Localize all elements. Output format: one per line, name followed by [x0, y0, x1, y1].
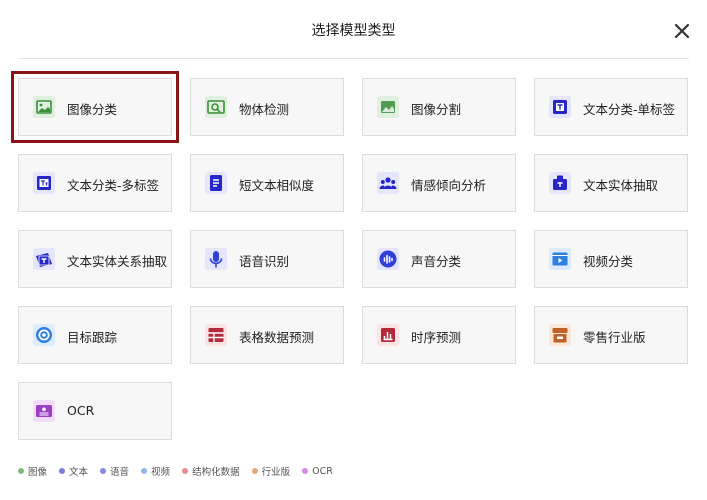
- model-type-label: OCR: [67, 403, 95, 418]
- model-type-label: 表格数据预测: [239, 330, 315, 345]
- document-icon: [205, 172, 227, 194]
- image-icon: [33, 96, 55, 118]
- model-type-label: 零售行业版: [583, 330, 646, 345]
- model-type-card-tabular-prediction[interactable]: 表格数据预测: [190, 306, 344, 364]
- target-icon: [33, 324, 55, 346]
- image-segmentation-icon: [377, 96, 399, 118]
- legend-item: 图像: [18, 464, 47, 478]
- legend-label: 图像: [28, 467, 48, 478]
- model-type-label: 时序预测: [411, 330, 462, 345]
- legend-dot-icon: [18, 468, 24, 474]
- category-legend: 图像 文本 语音 视频 结构化数据 行业版 OCR: [18, 464, 345, 478]
- store-icon: [549, 324, 571, 346]
- legend-dot-icon: [182, 468, 189, 474]
- model-type-label: 语音识别: [239, 254, 290, 269]
- model-type-label: 文本分类-多标签: [67, 178, 160, 193]
- legend-item: 结构化数据: [182, 464, 240, 478]
- model-type-card-retail-edition[interactable]: 零售行业版: [534, 306, 688, 364]
- legend-label: OCR: [312, 465, 333, 477]
- legend-item: 文本: [59, 464, 88, 478]
- legend-label: 文本: [69, 467, 89, 478]
- text-single-label-icon: [549, 96, 571, 118]
- model-type-label: 文本实体关系抽取: [67, 254, 168, 269]
- model-type-card-speech-recognition[interactable]: 语音识别: [190, 230, 344, 288]
- model-type-card-sentiment-analysis[interactable]: 情感倾向分析: [362, 154, 516, 212]
- model-type-label: 文本分类-单标签: [583, 102, 676, 117]
- model-type-card-object-detection[interactable]: 物体检测: [190, 78, 344, 136]
- model-type-label: 短文本相似度: [239, 178, 315, 193]
- model-type-card-ocr[interactable]: OCR: [18, 382, 172, 440]
- table-icon: [205, 324, 227, 346]
- object-detection-icon: [205, 96, 227, 118]
- model-type-card-image-segmentation[interactable]: 图像分割: [362, 78, 516, 136]
- legend-label: 行业版: [261, 467, 291, 478]
- legend-label: 语音: [110, 467, 130, 478]
- text-multi-label-icon: [33, 172, 55, 194]
- model-type-card-text-relation-extraction[interactable]: 文本实体关系抽取: [18, 230, 172, 288]
- model-type-label: 情感倾向分析: [411, 178, 487, 193]
- microphone-icon: [205, 248, 227, 270]
- model-type-label: 图像分类: [67, 102, 118, 117]
- model-type-card-time-series-forecast[interactable]: 时序预测: [362, 306, 516, 364]
- model-type-label: 目标跟踪: [67, 330, 118, 345]
- legend-item: 行业版: [251, 464, 291, 478]
- model-type-card-object-tracking[interactable]: 目标跟踪: [18, 306, 172, 364]
- legend-dot-icon: [59, 468, 66, 474]
- model-type-dialog: 选择模型类型 图像分类 物体检测 图像分割 文本分类-单标签 文本分类-多标签 …: [0, 0, 707, 500]
- legend-dot-icon: [100, 468, 107, 474]
- legend-label: 结构化数据: [192, 467, 240, 478]
- legend-label: 视频: [151, 467, 171, 478]
- legend-item: OCR: [302, 466, 333, 477]
- model-type-label: 视频分类: [583, 254, 634, 269]
- legend-dot-icon: [141, 468, 148, 474]
- model-type-card-text-entity-extraction[interactable]: 文本实体抽取: [534, 154, 688, 212]
- video-icon: [549, 248, 571, 270]
- relation-extraction-icon: [33, 248, 55, 270]
- dialog-header: 选择模型类型: [18, 0, 691, 59]
- entity-extraction-icon: [549, 172, 571, 194]
- model-type-label: 声音分类: [411, 254, 462, 269]
- model-type-card-text-single-label[interactable]: 文本分类-单标签: [534, 78, 688, 136]
- id-card-icon: [33, 400, 55, 422]
- sound-wave-icon: [377, 248, 399, 270]
- model-type-card-video-classification[interactable]: 视频分类: [534, 230, 688, 288]
- legend-item: 视频: [141, 464, 170, 478]
- model-type-card-image-classification[interactable]: 图像分类: [11, 71, 179, 143]
- legend-dot-icon: [251, 468, 258, 474]
- dialog-title: 选择模型类型: [311, 23, 396, 39]
- people-icon: [377, 172, 399, 194]
- model-type-card-sound-classification[interactable]: 声音分类: [362, 230, 516, 288]
- model-type-card-short-text-similarity[interactable]: 短文本相似度: [190, 154, 344, 212]
- model-type-label: 图像分割: [411, 102, 462, 117]
- bar-chart-icon: [377, 324, 399, 346]
- model-type-label: 文本实体抽取: [583, 178, 659, 193]
- legend-dot-icon: [302, 468, 309, 474]
- legend-item: 语音: [100, 464, 129, 478]
- model-type-card-text-multi-label[interactable]: 文本分类-多标签: [18, 154, 172, 212]
- model-type-label: 物体检测: [239, 102, 290, 117]
- close-icon[interactable]: [673, 22, 691, 40]
